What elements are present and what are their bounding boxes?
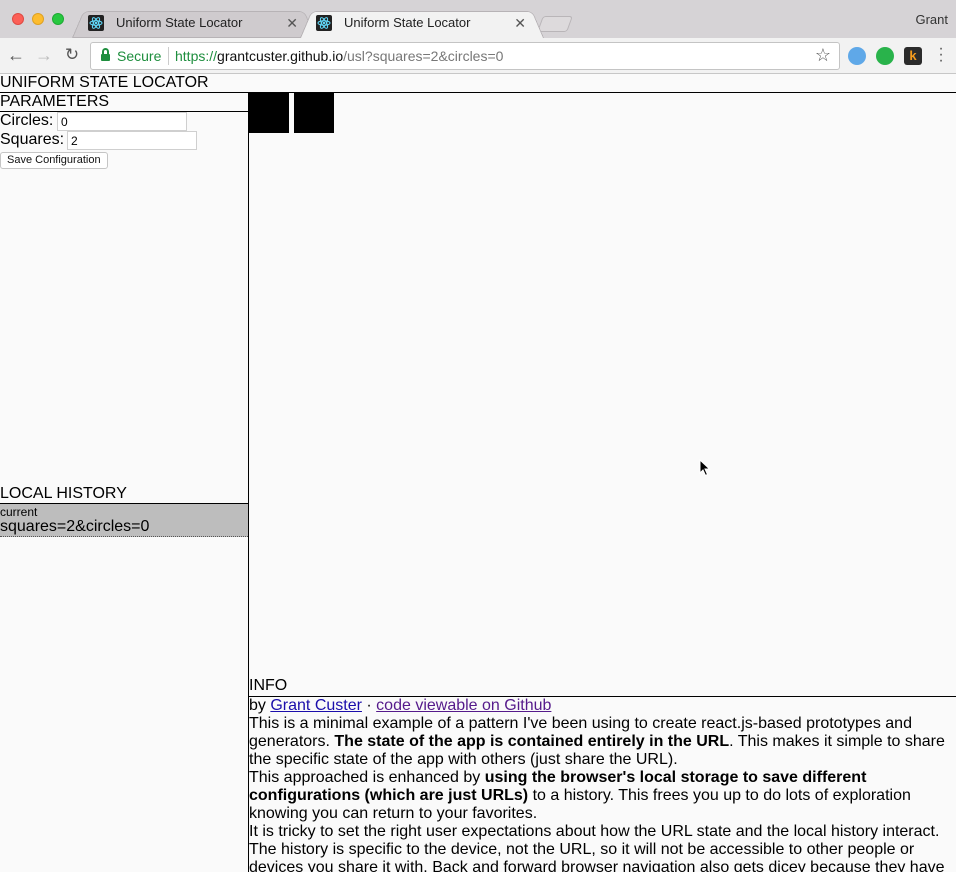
info-paragraph: This approached is enhanced by using the… <box>249 769 948 823</box>
url-text[interactable]: https://grantcuster.github.io/usl?square… <box>175 48 503 64</box>
info-heading: INFO <box>249 677 956 696</box>
browser-toolbar: ← → ↻ Secure https://grantcuster.github.… <box>0 38 956 74</box>
zoom-window-button[interactable] <box>52 13 64 25</box>
author-link[interactable]: Grant Custer <box>270 697 362 714</box>
react-logo-icon <box>316 15 332 31</box>
bookmark-star-icon[interactable]: ☆ <box>815 45 831 66</box>
forward-arrow-icon[interactable]: → <box>34 46 54 66</box>
extension-check-icon[interactable] <box>848 47 866 65</box>
divider <box>168 47 169 65</box>
save-configuration-button[interactable]: Save Configuration <box>0 152 108 169</box>
info-paragraph: This is a minimal example of a pattern I… <box>249 715 948 769</box>
github-link[interactable]: code viewable on Github <box>376 697 551 714</box>
history-item-label: current <box>0 505 248 519</box>
history-heading: LOCAL HISTORY <box>0 485 248 503</box>
minimize-window-button[interactable] <box>32 13 44 25</box>
circles-input[interactable] <box>57 112 187 131</box>
back-arrow-icon[interactable]: ← <box>6 46 26 66</box>
squares-input[interactable] <box>67 131 197 150</box>
tab-title: Uniform State Locator <box>344 15 470 30</box>
more-menu-icon[interactable]: · · · <box>934 46 948 64</box>
byline: by Grant Custer · code viewable on Githu… <box>249 697 948 715</box>
tab-title: Uniform State Locator <box>116 15 242 30</box>
mouse-cursor-icon <box>699 459 711 477</box>
react-logo-icon <box>88 15 104 31</box>
profile-name[interactable]: Grant <box>915 12 948 27</box>
browser-tab[interactable]: Uniform State Locator ✕ <box>82 8 306 38</box>
info-body: by Grant Custer · code viewable on Githu… <box>249 697 956 872</box>
square-shape <box>294 93 334 133</box>
squares-label: Squares: <box>0 131 64 148</box>
extension-green-icon[interactable] <box>876 47 894 65</box>
address-bar[interactable]: Secure https://grantcuster.github.io/usl… <box>90 42 840 70</box>
info-section: INFO by Grant Custer · code viewable on … <box>249 677 956 872</box>
window-titlebar: Uniform State Locator ✕ Uniform State Lo… <box>0 0 956 38</box>
info-paragraph: It is tricky to set the right user expec… <box>249 823 948 872</box>
page: UNIFORM STATE LOCATOR PARAMETERS Circles… <box>0 74 956 872</box>
page-title: UNIFORM STATE LOCATOR <box>0 74 209 93</box>
lock-icon <box>101 51 110 62</box>
reload-icon[interactable]: ↻ <box>62 46 82 66</box>
browser-tab-active[interactable]: Uniform State Locator ✕ <box>310 8 534 38</box>
tab-close-icon[interactable]: ✕ <box>286 8 298 38</box>
close-window-button[interactable] <box>12 13 24 25</box>
new-tab-button[interactable] <box>537 16 573 32</box>
circles-row: Circles: <box>0 112 53 130</box>
square-shape <box>249 93 289 133</box>
sidebar: PARAMETERS Circles: Squares: Save Config… <box>0 93 248 112</box>
extension-k-icon[interactable]: k <box>904 47 922 65</box>
local-history: LOCAL HISTORY current squares=2&circles=… <box>0 485 248 537</box>
shape-canvas <box>249 93 956 677</box>
circles-label: Circles: <box>0 112 53 129</box>
tab-close-icon[interactable]: ✕ <box>514 8 526 38</box>
squares-row: Squares: <box>0 131 64 149</box>
secure-label: Secure <box>117 48 161 64</box>
parameters-heading: PARAMETERS <box>0 93 248 111</box>
history-item[interactable]: current squares=2&circles=0 <box>0 504 248 537</box>
history-item-value: squares=2&circles=0 <box>0 519 248 535</box>
